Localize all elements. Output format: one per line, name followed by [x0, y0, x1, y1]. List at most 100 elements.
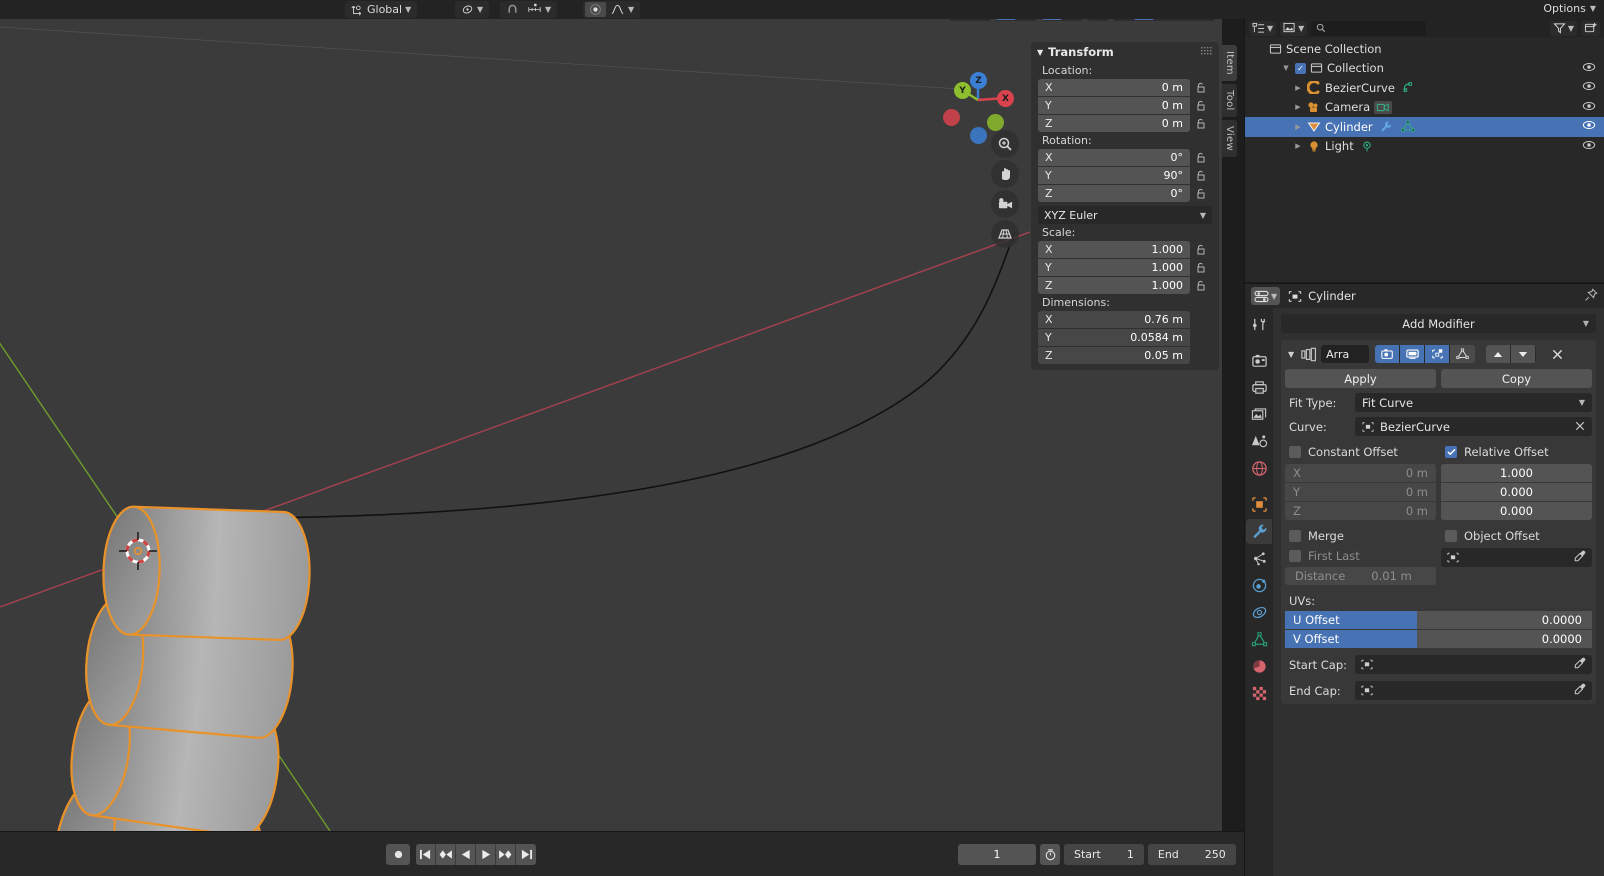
- jump-to-start-button[interactable]: [416, 844, 436, 865]
- xray-toggle-icon[interactable]: [1088, 19, 1108, 20]
- location-y-field[interactable]: Y 0 m: [1038, 97, 1190, 114]
- scale-y-field[interactable]: Y 1.000: [1038, 259, 1190, 276]
- modifier-delete-button[interactable]: [1549, 349, 1565, 360]
- outliner-row-camera[interactable]: ▶ Camera: [1245, 98, 1604, 118]
- light-data-badge-icon[interactable]: [1358, 139, 1376, 154]
- copy-button[interactable]: Copy: [1441, 369, 1592, 388]
- expand-triangle-icon[interactable]: ▶: [1293, 84, 1303, 92]
- auto-keying-button[interactable]: [1040, 844, 1060, 865]
- shading-rendered-icon[interactable]: [1174, 19, 1194, 20]
- current-frame-field[interactable]: 1: [958, 844, 1036, 865]
- rotation-z-field[interactable]: Z 0°: [1038, 185, 1190, 202]
- fit-type-dropdown[interactable]: Fit Curve ▼: [1355, 393, 1592, 412]
- constant-offset-y-field[interactable]: Y 0 m: [1285, 483, 1436, 501]
- rotation-y-field[interactable]: Y 90°: [1038, 167, 1190, 184]
- curve-clear-button[interactable]: [1575, 420, 1585, 434]
- modifier-render-toggle[interactable]: [1375, 345, 1401, 363]
- properties-tab-modifiers[interactable]: [1246, 519, 1272, 544]
- collection-visibility-eye-icon[interactable]: [1582, 61, 1596, 76]
- properties-tab-physics[interactable]: [1246, 573, 1272, 598]
- apply-button[interactable]: Apply: [1285, 369, 1436, 388]
- gizmo-axis-neg-y[interactable]: [987, 114, 1004, 131]
- object-offset-field[interactable]: [1441, 548, 1592, 567]
- properties-tab-material[interactable]: [1246, 654, 1272, 679]
- lock-rotation-z-icon[interactable]: [1196, 185, 1206, 202]
- gizmo-axis-z[interactable]: Z: [970, 72, 987, 89]
- rotation-x-field[interactable]: X 0°: [1038, 149, 1190, 166]
- gizmo-toggle-icon[interactable]: [996, 19, 1016, 20]
- lock-location-z-icon[interactable]: [1196, 115, 1206, 132]
- lock-rotation-y-icon[interactable]: [1196, 167, 1206, 184]
- gizmo-axis-y[interactable]: Y: [954, 82, 971, 99]
- outliner-row-collection[interactable]: ▼ ✓ Collection: [1245, 59, 1604, 79]
- viewport-3d[interactable]: ▼ ▼ ▼: [0, 19, 1222, 831]
- modifier-move-down-button[interactable]: [1511, 345, 1537, 363]
- collapse-triangle-icon[interactable]: ▼: [1285, 350, 1297, 359]
- properties-tab-particles[interactable]: [1246, 546, 1272, 571]
- outliner-row-cylinder[interactable]: ▶ Cylinder: [1245, 117, 1604, 137]
- relative-offset-checkbox-row[interactable]: Relative Offset: [1441, 444, 1592, 460]
- shading-material-preview-icon[interactable]: [1154, 19, 1174, 20]
- play-reverse-button[interactable]: [456, 844, 476, 865]
- snap-increment-dropdown[interactable]: ▼: [523, 2, 555, 17]
- camera-visibility-eye-icon[interactable]: [1582, 100, 1596, 115]
- grip-dots-icon[interactable]: [1201, 47, 1213, 57]
- modifier-editmode-toggle[interactable]: [1425, 345, 1451, 363]
- snap-magnet-toggle[interactable]: [502, 2, 523, 17]
- merge-distance-field[interactable]: Distance 0.01 m: [1285, 567, 1436, 585]
- scale-x-field[interactable]: X 1.000: [1038, 241, 1190, 258]
- modifier-name-field[interactable]: Arra: [1321, 345, 1370, 363]
- lock-scale-y-icon[interactable]: [1196, 259, 1206, 276]
- visibility-dropdown[interactable]: ▼: [970, 19, 990, 20]
- add-modifier-button[interactable]: Add Modifier ▼: [1281, 314, 1596, 333]
- u-offset-row[interactable]: U Offset 0.0000: [1285, 611, 1592, 629]
- merge-checkbox[interactable]: [1289, 530, 1301, 542]
- v-offset-row[interactable]: V Offset 0.0000: [1285, 630, 1592, 648]
- end-cap-field[interactable]: [1355, 681, 1592, 700]
- dimensions-y-field[interactable]: Y 0.0584 m: [1038, 329, 1190, 346]
- object-visibility-icon[interactable]: [950, 19, 970, 20]
- end-frame-field[interactable]: End 250: [1147, 844, 1236, 865]
- eyedropper-icon[interactable]: [1574, 683, 1586, 698]
- ortho-persp-button[interactable]: [991, 220, 1019, 248]
- v-offset-value[interactable]: 0.0000: [1417, 630, 1592, 648]
- next-keyframe-button[interactable]: [496, 844, 516, 865]
- camera-data-badge-icon[interactable]: [1374, 100, 1393, 114]
- curve-data-badge-icon[interactable]: [1399, 80, 1417, 95]
- cylinder-array-object[interactable]: [45, 505, 312, 831]
- lock-location-x-icon[interactable]: [1196, 79, 1206, 96]
- frame-range-fields[interactable]: Start 1: [1064, 844, 1144, 865]
- pivot-point-dropdown[interactable]: ▼: [457, 2, 487, 17]
- first-last-checkbox-row[interactable]: First Last: [1285, 548, 1436, 564]
- u-offset-value[interactable]: 0.0000: [1417, 611, 1592, 629]
- lock-location-y-icon[interactable]: [1196, 97, 1206, 114]
- gizmo-dropdown[interactable]: ▼: [1016, 19, 1036, 20]
- object-offset-checkbox-row[interactable]: Object Offset: [1441, 528, 1592, 544]
- sidebar-tab-view[interactable]: View: [1222, 119, 1237, 157]
- properties-editor-type-button[interactable]: ▼: [1251, 287, 1281, 305]
- object-offset-checkbox[interactable]: [1445, 530, 1457, 542]
- gizmo-axis-neg-z[interactable]: [970, 127, 987, 144]
- record-button[interactable]: [386, 844, 410, 865]
- relative-offset-checkbox[interactable]: [1445, 446, 1457, 458]
- eyedropper-icon[interactable]: [1574, 657, 1586, 672]
- scale-z-field[interactable]: Z 1.000: [1038, 277, 1190, 294]
- options-dropdown[interactable]: Options ▼: [1543, 2, 1596, 15]
- constant-offset-checkbox[interactable]: [1289, 446, 1301, 458]
- modifier-wrench-badge-icon[interactable]: [1377, 119, 1395, 134]
- outliner-editor-type-button[interactable]: ▼: [1249, 20, 1277, 36]
- jump-to-end-button[interactable]: [516, 844, 536, 865]
- outliner-filter-button[interactable]: ▼: [1549, 20, 1577, 36]
- relative-offset-x-field[interactable]: 1.000: [1441, 464, 1592, 482]
- properties-tab-world[interactable]: [1246, 456, 1272, 481]
- pin-icon[interactable]: [1584, 287, 1598, 305]
- relative-offset-y-field[interactable]: 0.000: [1441, 483, 1592, 501]
- properties-tab-output[interactable]: [1246, 375, 1272, 400]
- properties-tab-constraints[interactable]: [1246, 600, 1272, 625]
- shading-wireframe-icon[interactable]: [1114, 19, 1134, 20]
- transform-orientation-dropdown[interactable]: Global ▼: [347, 2, 415, 17]
- outliner-filter-id-button[interactable]: ▼: [1280, 20, 1308, 36]
- rotation-mode-dropdown[interactable]: XYZ Euler ▼: [1038, 206, 1212, 224]
- light-visibility-eye-icon[interactable]: [1582, 139, 1596, 154]
- properties-tab-scene[interactable]: [1246, 429, 1272, 454]
